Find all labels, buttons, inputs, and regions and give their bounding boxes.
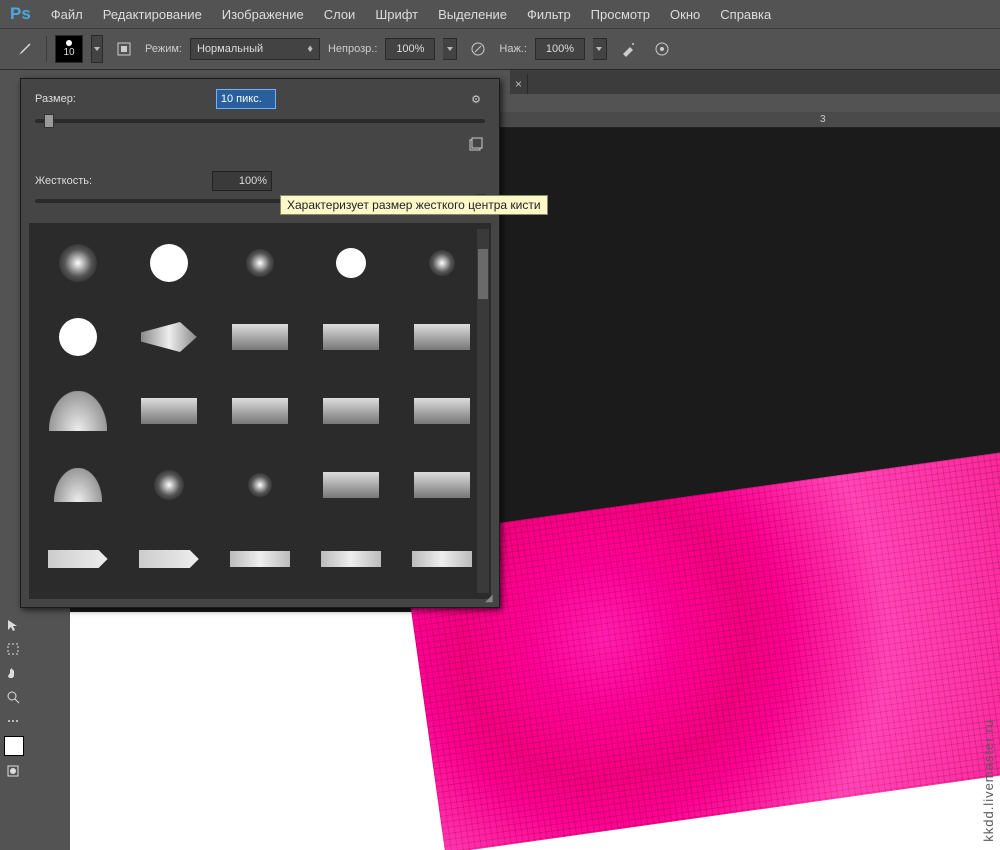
- brush-preset-thumb[interactable]: 10: [55, 35, 83, 63]
- brush-preset[interactable]: [400, 525, 485, 593]
- toggle-brush-panel-icon[interactable]: [111, 36, 137, 62]
- quickmask-icon[interactable]: [2, 760, 24, 782]
- brush-preset[interactable]: [126, 451, 211, 519]
- brush-preset[interactable]: [400, 377, 485, 445]
- hardness-label: Жесткость:: [35, 175, 92, 187]
- gear-icon[interactable]: ⚙: [467, 90, 485, 108]
- menu-edit[interactable]: Редактирование: [93, 7, 212, 22]
- menu-select[interactable]: Выделение: [428, 7, 517, 22]
- brush-preset[interactable]: [126, 525, 211, 593]
- brush-size-input[interactable]: [216, 89, 276, 109]
- foreground-color-swatch[interactable]: [4, 736, 24, 756]
- new-preset-icon[interactable]: [467, 135, 485, 153]
- menu-type[interactable]: Шрифт: [365, 7, 428, 22]
- menu-view[interactable]: Просмотр: [581, 7, 660, 22]
- menu-layer[interactable]: Слои: [314, 7, 366, 22]
- airbrush-icon[interactable]: [615, 36, 641, 62]
- opacity-label: Непрозр.:: [328, 43, 377, 55]
- ruler-mark: 3: [820, 114, 826, 125]
- brush-preset-dropdown[interactable]: [91, 35, 103, 63]
- pressure-size-icon[interactable]: [649, 36, 675, 62]
- menu-window[interactable]: Окно: [660, 7, 710, 22]
- opacity-dropdown[interactable]: [443, 38, 457, 60]
- brush-preset[interactable]: [217, 303, 302, 371]
- menu-file[interactable]: Файл: [41, 7, 93, 22]
- brush-preset[interactable]: [217, 525, 302, 593]
- size-slider[interactable]: [35, 119, 485, 123]
- brush-preset[interactable]: [217, 229, 302, 297]
- brush-preset-popup: Размер: ⚙ Жесткость:: [20, 78, 500, 608]
- size-label: Размер:: [35, 93, 76, 105]
- move-tool-icon[interactable]: [2, 614, 24, 636]
- tools-panel: [0, 612, 26, 784]
- brush-preset[interactable]: [309, 377, 394, 445]
- brush-tool-icon[interactable]: [10, 35, 38, 63]
- flow-input[interactable]: 100%: [535, 38, 585, 60]
- brush-preset[interactable]: [35, 303, 120, 371]
- flow-label: Наж.:: [499, 43, 527, 55]
- flow-dropdown[interactable]: [593, 38, 607, 60]
- edit-toolbar-icon[interactable]: [2, 710, 24, 732]
- mode-label: Режим:: [145, 43, 182, 55]
- tab-close-button[interactable]: ×: [510, 74, 528, 94]
- preset-scrollbar[interactable]: [477, 229, 489, 593]
- opacity-input[interactable]: 100%: [385, 38, 435, 60]
- brush-preset[interactable]: [35, 525, 120, 593]
- pressure-opacity-icon[interactable]: [465, 36, 491, 62]
- brush-preset[interactable]: [217, 451, 302, 519]
- hand-tool-icon[interactable]: [2, 662, 24, 684]
- brush-preset[interactable]: [400, 451, 485, 519]
- watermark-text: kkdd.livemaster.ru: [981, 719, 996, 842]
- brush-preset[interactable]: [126, 377, 211, 445]
- brush-preset[interactable]: [35, 377, 120, 445]
- brush-preset[interactable]: [217, 377, 302, 445]
- brush-preset[interactable]: [400, 229, 485, 297]
- options-bar: 10 Режим: Нормальный ♦ Непрозр.: 100% На…: [0, 28, 1000, 70]
- brush-preset[interactable]: [35, 229, 120, 297]
- tooltip: Характеризует размер жесткого центра кис…: [280, 195, 548, 215]
- brush-preset[interactable]: [126, 229, 211, 297]
- brush-preset[interactable]: [400, 303, 485, 371]
- brush-preset[interactable]: [126, 303, 211, 371]
- blend-mode-select[interactable]: Нормальный ♦: [190, 38, 320, 60]
- marquee-tool-icon[interactable]: [2, 638, 24, 660]
- app-logo: Ps: [10, 4, 31, 24]
- zoom-tool-icon[interactable]: [2, 686, 24, 708]
- menu-image[interactable]: Изображение: [212, 7, 314, 22]
- brush-size-number: 10: [63, 47, 74, 58]
- blend-mode-value: Нормальный: [197, 43, 263, 55]
- brush-hardness-input[interactable]: [212, 171, 272, 191]
- brush-preset[interactable]: [309, 451, 394, 519]
- brush-preset-grid: [29, 223, 491, 599]
- brush-preset[interactable]: [309, 525, 394, 593]
- brush-preset[interactable]: [309, 303, 394, 371]
- brush-preset[interactable]: [35, 451, 120, 519]
- resize-handle-icon[interactable]: ◢: [485, 593, 497, 605]
- menu-help[interactable]: Справка: [710, 7, 781, 22]
- brush-preset[interactable]: [309, 229, 394, 297]
- menu-bar: Ps Файл Редактирование Изображение Слои …: [0, 0, 1000, 28]
- menu-filter[interactable]: Фильтр: [517, 7, 581, 22]
